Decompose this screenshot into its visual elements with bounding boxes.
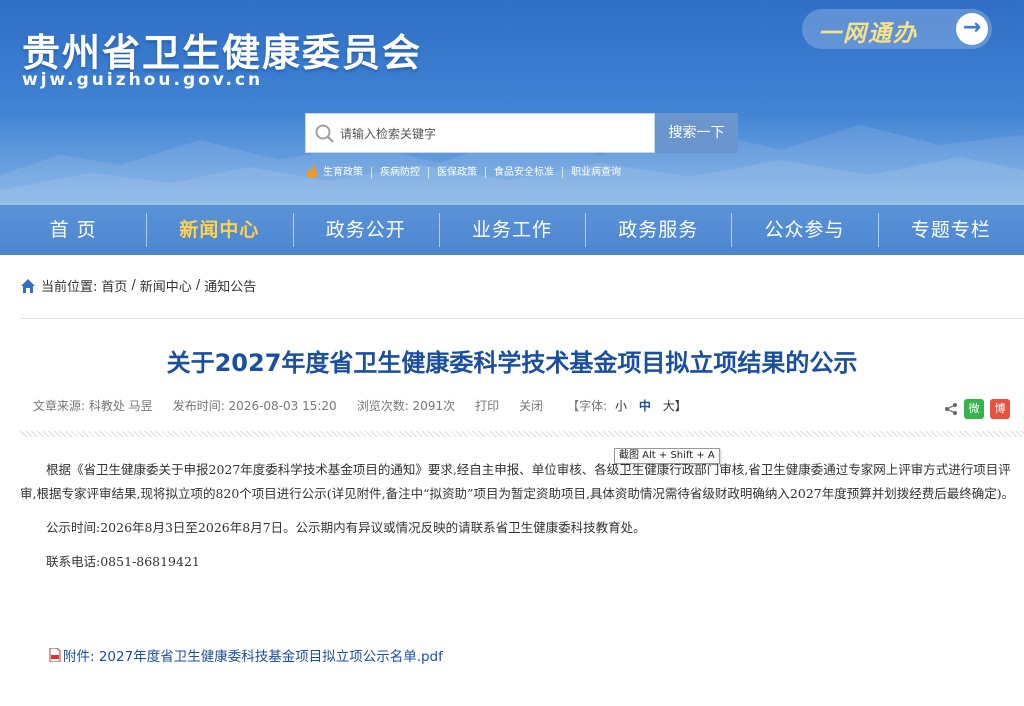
paragraph: 联系电话:0851-86819421 (46, 554, 200, 569)
share-icon[interactable] (944, 402, 958, 416)
nav-item-business-work[interactable]: 业务工作 (438, 205, 585, 255)
home-icon (21, 278, 35, 293)
nav-item-special-topics[interactable]: 专题专栏 (877, 205, 1024, 255)
screenshot-tooltip: 截图 Alt + Shift + A (614, 448, 720, 464)
font-size-label: 【字体: (567, 399, 608, 413)
article-views: 浏览次数: 2091次 (356, 399, 456, 413)
breadcrumb-home[interactable]: 首页 (101, 276, 127, 295)
breadcrumb-notices[interactable]: 通知公告 (204, 276, 256, 295)
flame-icon (306, 164, 318, 178)
font-size-controls: 【字体: 小 中 大】 (567, 397, 691, 414)
nav-item-government-services[interactable]: 政务服务 (585, 205, 731, 255)
arrow-right-icon: → (956, 13, 988, 45)
breadcrumb-news-center[interactable]: 新闻中心 (140, 276, 192, 295)
hot-links: 生育政策 疾病防控 医保政策 食品安全标准 职业病查询 (305, 163, 629, 181)
article-meta: 文章来源: 科教处 马昱 发布时间: 2026-08-03 15:20 浏览次数… (33, 397, 711, 414)
onenet-button[interactable]: 一网通办 → (802, 9, 992, 49)
header-banner: 贵州省卫生健康委员会 wjw.guizhou.gov.cn 一网通办 → 搜索一… (0, 0, 1024, 205)
font-size-large[interactable]: 大】 (663, 399, 687, 413)
breadcrumb: 当前位置: 首页 / 新闻中心 / 通知公告 (20, 276, 260, 295)
divider (20, 318, 1024, 319)
share-buttons: 微 博 (944, 399, 1010, 419)
pdf-file-icon (49, 648, 61, 662)
paragraph: 公示时间:2026年8月3日至2026年8月7日。公示期内有异议或情况反映的请联… (46, 520, 646, 535)
article-body: 根据《省卫生健康委关于申报2027年度委科学技术基金项目的通知》要求,经自主申报… (20, 458, 1024, 584)
search-input[interactable] (340, 122, 640, 146)
breadcrumb-separator: / (195, 278, 201, 293)
search-box (305, 113, 655, 153)
weibo-share-icon[interactable]: 博 (990, 399, 1010, 419)
breadcrumb-separator: / (131, 278, 136, 293)
hot-link-food-safety[interactable]: 食品安全标准 (485, 166, 562, 178)
article-title: 关于2027年度省卫生健康委科学技术基金项目拟立项结果的公示 (166, 349, 858, 377)
main-nav: 首 页 新闻中心 政务公开 业务工作 政务服务 公众参与 专题专栏 (0, 205, 1024, 255)
search-icon (315, 124, 334, 143)
attachment-label[interactable]: 附件: 2027年度省卫生健康委科技基金项目拟立项公示名单.pdf (63, 645, 443, 665)
nav-item-home[interactable]: 首 页 (0, 205, 146, 255)
hot-link-medical-insurance[interactable]: 医保政策 (428, 166, 485, 178)
close-link[interactable]: 关闭 (519, 397, 543, 414)
nav-item-government-affairs[interactable]: 政务公开 (292, 205, 439, 255)
article-time: 发布时间: 2026-08-03 15:20 (172, 399, 337, 413)
dotted-divider (20, 431, 1024, 437)
hot-link-fertility-policy[interactable]: 生育政策 (323, 167, 371, 178)
font-size-medium[interactable]: 中 (639, 399, 651, 413)
wechat-share-icon[interactable]: 微 (964, 399, 984, 419)
site-title[interactable]: 贵州省卫生健康委员会 (22, 22, 422, 77)
search-button[interactable]: 搜索一下 (655, 113, 738, 153)
nav-item-public-participation[interactable]: 公众参与 (731, 205, 877, 255)
attachment-link[interactable]: 附件: 2027年度省卫生健康委科技基金项目拟立项公示名单.pdf (49, 645, 443, 665)
article-source: 文章来源: 科教处 马昱 (33, 399, 153, 413)
onenet-label: 一网通办 (818, 20, 918, 47)
font-size-small[interactable]: 小 (615, 399, 627, 413)
print-link[interactable]: 打印 (475, 397, 499, 414)
hot-link-disease-control[interactable]: 疾病防控 (371, 166, 428, 178)
hot-link-occupational-disease[interactable]: 职业病查询 (562, 166, 629, 178)
paragraph: 根据《省卫生健康委关于申报2027年度委科学技术基金项目的通知》要求,经自主申报… (20, 462, 1015, 501)
breadcrumb-label: 当前位置: (41, 280, 98, 295)
nav-item-news-center[interactable]: 新闻中心 (146, 205, 292, 255)
site-url: wjw.guizhou.gov.cn (22, 70, 264, 90)
